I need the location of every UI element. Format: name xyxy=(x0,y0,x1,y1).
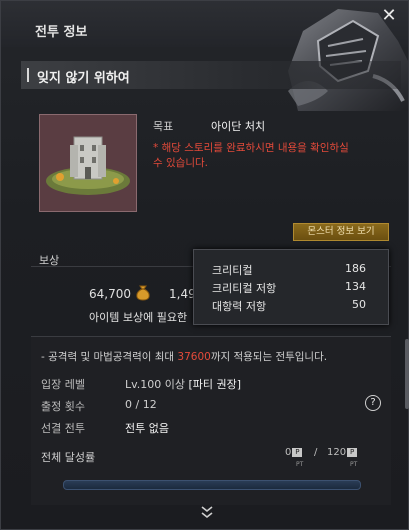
entry-level-label: 입장 레벨 xyxy=(41,378,85,391)
close-icon: ✕ xyxy=(381,5,397,26)
entry-level-text: Lv.100 이상 xyxy=(125,378,186,391)
progress-bar xyxy=(63,480,361,490)
prerequisite-text: 전투 없음 xyxy=(125,422,169,435)
notice-suffix: 까지 적용되는 전투입니다. xyxy=(210,351,328,363)
gold-bag-icon xyxy=(135,283,151,301)
pt-unit: PT xyxy=(350,461,358,468)
tooltip-stat-label: 크리티컬 xyxy=(212,264,253,277)
prerequisite-value: 전투 없음 xyxy=(125,420,169,436)
quest-title-bar: 잊지 않기 위하여 xyxy=(21,61,401,89)
progress-separator: / xyxy=(314,447,318,458)
scrollbar-thumb[interactable] xyxy=(405,339,409,409)
help-icon[interactable]: ? xyxy=(365,395,381,411)
sortie-count-value: 0 / 12 xyxy=(125,398,157,411)
sortie-count-label: 출정 횟수 xyxy=(41,400,85,413)
prerequisite-label: 선결 전투 xyxy=(41,422,85,435)
tooltip-stat-value: 186 xyxy=(345,262,366,275)
tooltip-row: 크리티컬 186 xyxy=(212,262,372,278)
dungeon-thumbnail xyxy=(39,114,137,212)
reward-note: 아이템 보상에 필요한 xyxy=(89,311,188,324)
tooltip-row: 대항력 저항 50 xyxy=(212,298,372,314)
quest-title: 잊지 않기 위하여 xyxy=(37,71,130,86)
title-accent-bar xyxy=(27,68,29,82)
pt-unit: PT xyxy=(296,461,304,468)
progress-current: 0P xyxy=(285,447,303,458)
party-recommended: [파티 권장] xyxy=(188,378,242,391)
double-chevron-down-icon[interactable] xyxy=(200,504,214,520)
close-button[interactable]: ✕ xyxy=(380,7,398,25)
window-title: 전투 정보 xyxy=(35,25,88,40)
total-progress-label: 전체 달성률 xyxy=(41,451,96,464)
battle-info-window: ✕ 전투 정보 잊지 않기 위하여 목표 아이단 처치 * 해당 스토리를 완료… xyxy=(0,0,409,530)
tooltip-stat-label: 대항력 저항 xyxy=(212,300,267,313)
reward-second-amount: 1,49 xyxy=(169,287,196,301)
goal-label: 목표 xyxy=(153,120,174,133)
tooltip-stat-value: 134 xyxy=(345,280,366,293)
tooltip-stat-label: 크리티컬 저항 xyxy=(212,282,277,295)
goal-locked-note: * 해당 스토리를 완료하시면 내용을 확인하실 수 있습니다. xyxy=(153,142,349,169)
notice-cap-value: 37600 xyxy=(177,351,211,363)
notice-prefix: - 공격력 및 마법공격력이 최대 xyxy=(41,351,178,363)
attack-cap-notice: - 공격력 및 마법공격력이 최대 37600까지 적용되는 전투입니다. xyxy=(41,349,327,364)
stats-tooltip: 크리티컬 186 크리티컬 저항 134 대항력 저항 50 xyxy=(193,249,389,325)
point-badge-icon: P xyxy=(347,447,358,457)
tooltip-row: 크리티컬 저항 134 xyxy=(212,280,372,296)
reward-gold-amount: 64,700 xyxy=(89,287,131,301)
progress-current-value: 0 xyxy=(285,447,292,458)
progress-total-value: 120 xyxy=(327,447,347,458)
entry-level-value: Lv.100 이상 [파티 권장] xyxy=(125,376,241,392)
progress-total: 120 P xyxy=(327,447,358,458)
tooltip-stat-value: 50 xyxy=(352,298,366,311)
goal-value: 아이단 처치 xyxy=(211,120,266,133)
point-badge-icon: P xyxy=(292,447,303,457)
monster-info-button[interactable]: 몬스터 정보 보기 xyxy=(293,223,389,241)
